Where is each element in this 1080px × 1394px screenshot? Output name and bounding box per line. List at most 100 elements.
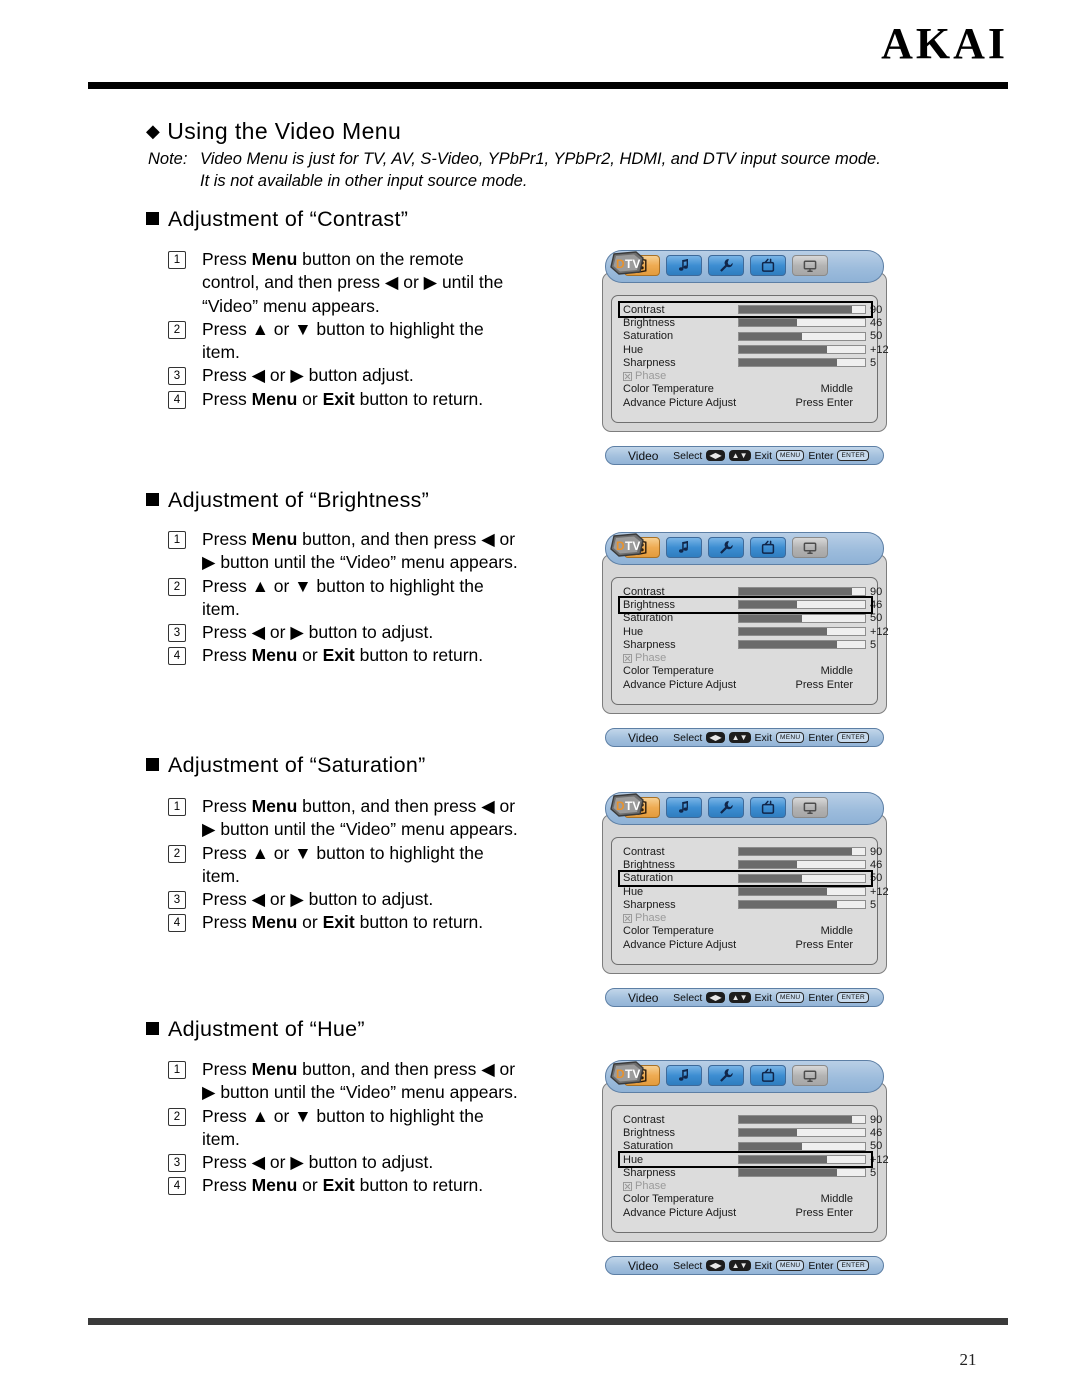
osd-slider-row[interactable]: Contrast 90: [618, 300, 882, 319]
page-title-text: Using the Video Menu: [167, 118, 402, 144]
osd-option-row[interactable]: Color Temperature Middle: [620, 665, 871, 678]
osd-slider-row[interactable]: Contrast 90: [620, 1113, 882, 1126]
osd-slider-track[interactable]: [738, 1141, 866, 1151]
step-item: 2 Press ▲ or ▼ button to highlight the ite…: [168, 1105, 518, 1152]
osd-slider-track[interactable]: [738, 1168, 866, 1178]
step-number: 3: [168, 367, 186, 386]
osd-setup-tab[interactable]: [708, 255, 744, 276]
osd-footer: Video Select ◀▶ ▲▼ Exit MENU Enter ENTER: [605, 728, 884, 747]
header-rule: [88, 82, 1008, 89]
osd-audio-tab[interactable]: [666, 255, 702, 276]
osd-slider-track[interactable]: [738, 873, 866, 883]
osd-footer: Video Select ◀▶ ▲▼ Exit MENU Enter ENTER: [605, 446, 884, 465]
osd-slider-value: 90: [870, 1113, 883, 1126]
osd-slider-row[interactable]: Saturation 50: [618, 869, 882, 887]
osd-option-row[interactable]: Color Temperature Middle: [620, 925, 871, 938]
osd-row-list: Contrast 90 Brightness 46 Saturation 50 Hue +12…: [618, 300, 889, 409]
osd-option-label: Advance Picture Adjust: [623, 1206, 737, 1219]
osd-tab-bar: D TV: [605, 1060, 884, 1093]
osd-slider-row[interactable]: Brightness 46: [620, 316, 882, 329]
osd-pc-tab[interactable]: [792, 537, 828, 558]
osd-slider-track[interactable]: [738, 1155, 866, 1165]
disabled-box-icon: [623, 913, 632, 923]
osd-slider-track[interactable]: [738, 345, 866, 355]
step-number: 1: [168, 251, 186, 269]
osd-channel-tab[interactable]: [750, 797, 786, 818]
osd-option-row[interactable]: Color Temperature Middle: [620, 1193, 871, 1206]
osd-slider-track[interactable]: [738, 1128, 866, 1138]
osd-slider-track[interactable]: [738, 860, 866, 870]
osd-slider-label: Sharpness: [623, 356, 676, 369]
osd-slider-row[interactable]: Brightness 46: [618, 596, 882, 614]
osd-slider-track[interactable]: [738, 900, 866, 910]
osd-slider-row[interactable]: Sharpness 5: [620, 1166, 876, 1179]
osd-slider-track[interactable]: [738, 887, 866, 897]
osd-setup-tab[interactable]: [708, 537, 744, 558]
step-item: 4 Press Menu or Exit button to return.: [168, 388, 503, 411]
osd-slider-row[interactable]: Sharpness 5: [620, 898, 876, 911]
osd-audio-tab[interactable]: [666, 1065, 702, 1086]
osd-channel-tab[interactable]: [750, 255, 786, 276]
osd-body: Contrast 90 Brightness 46 Saturation 50 Hue +12…: [602, 272, 889, 432]
step-list: 1 Press Menu button, and then press ◀ or ▶…: [168, 1058, 518, 1198]
step-item: 1 Press Menu button, and then press ◀ or ▶…: [168, 528, 518, 575]
osd-option-row[interactable]: Advance Picture Adjust Press Enter: [620, 396, 871, 409]
osd-slider-row[interactable]: Saturation 50: [620, 330, 882, 343]
osd-channel-tab[interactable]: [750, 1065, 786, 1086]
osd-slider-value: 90: [870, 845, 883, 858]
osd-slider-value: 90: [870, 585, 883, 598]
osd-slider-track[interactable]: [738, 600, 866, 610]
note-label: Note:: [148, 150, 188, 168]
dtv-logo: D TV: [610, 533, 644, 557]
osd-option-row[interactable]: Advance Picture Adjust Press Enter: [620, 678, 871, 691]
osd-slider-track[interactable]: [738, 587, 866, 597]
menu-key-icon: MENU: [776, 1260, 805, 1271]
osd-slider-row[interactable]: Contrast 90: [620, 585, 882, 598]
osd-slider-label: Saturation: [623, 330, 674, 343]
osd-slider-row[interactable]: Saturation 50: [620, 612, 882, 625]
step-item: 1 Press Menu button, and then press ◀ or ▶…: [168, 795, 518, 842]
osd-slider-track[interactable]: [738, 640, 866, 650]
osd-slider-row[interactable]: Hue +12: [620, 343, 889, 356]
osd-slider-row[interactable]: Hue +12: [618, 1150, 889, 1169]
osd-slider-row[interactable]: Contrast 90: [620, 845, 882, 858]
osd-pc-tab[interactable]: [792, 255, 828, 276]
osd-pc-tab[interactable]: [792, 1065, 828, 1086]
osd-slider-track[interactable]: [738, 1115, 866, 1125]
step-number: 1: [168, 798, 186, 816]
osd-slider-track[interactable]: [738, 613, 866, 623]
osd-pc-tab[interactable]: [792, 797, 828, 818]
monitor-icon: [803, 801, 817, 815]
osd-slider-row[interactable]: Saturation 50: [620, 1140, 882, 1153]
osd-slider-row[interactable]: Sharpness 5: [620, 638, 876, 651]
osd-slider-row[interactable]: Sharpness 5: [620, 356, 876, 369]
osd-slider-track[interactable]: [738, 847, 866, 857]
osd-slider-track[interactable]: [738, 627, 866, 637]
osd-select-label: Select: [673, 991, 703, 1004]
osd-audio-tab[interactable]: [666, 797, 702, 818]
osd-option-row[interactable]: Advance Picture Adjust Press Enter: [620, 1206, 871, 1219]
osd-slider-track[interactable]: [738, 331, 866, 341]
osd-channel-tab[interactable]: [750, 537, 786, 558]
osd-audio-tab[interactable]: [666, 537, 702, 558]
osd-slider-value: 5: [870, 1166, 877, 1179]
step-number: 3: [168, 624, 186, 643]
osd-slider-track[interactable]: [738, 305, 866, 315]
osd-slider-row[interactable]: Hue +12: [620, 885, 889, 898]
music-note-icon: [677, 800, 691, 815]
step-number: 2: [168, 844, 186, 863]
osd-enter-label: Enter: [808, 1259, 834, 1272]
osd-slider-row[interactable]: Brightness 46: [620, 1126, 882, 1139]
osd-tab-bar: D TV: [605, 532, 884, 565]
osd-slider-label: Contrast: [623, 303, 665, 316]
osd-slider-row[interactable]: Brightness 46: [620, 858, 882, 871]
square-bullet-icon: [146, 212, 159, 225]
osd-option-row[interactable]: Advance Picture Adjust Press Enter: [620, 938, 871, 951]
osd-setup-tab[interactable]: [708, 1065, 744, 1086]
osd-setup-tab[interactable]: [708, 797, 744, 818]
osd-slider-track[interactable]: [738, 318, 866, 328]
osd-slider-row[interactable]: Hue +12: [620, 625, 889, 638]
step-number: 2: [168, 1107, 186, 1126]
osd-option-row[interactable]: Color Temperature Middle: [620, 383, 871, 396]
osd-slider-track[interactable]: [738, 358, 866, 368]
